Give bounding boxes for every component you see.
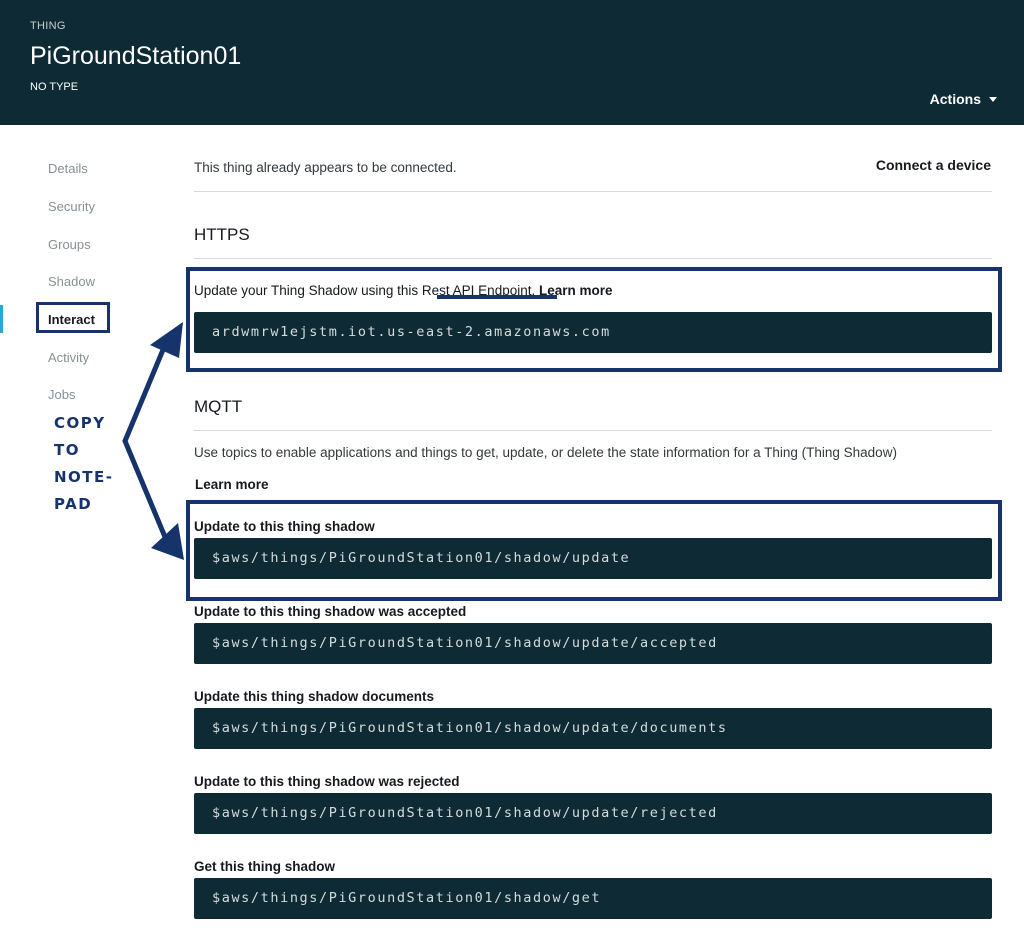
- https-desc-text: Update your Thing Shadow using this: [194, 283, 422, 298]
- active-nav-indicator: [0, 305, 3, 333]
- mqtt-title: MQTT: [194, 397, 243, 416]
- divider: [194, 191, 992, 192]
- topic-code[interactable]: $aws/things/PiGroundStation01/shadow/upd…: [194, 793, 992, 834]
- copy-to-notepad-annotation: COPY TO NOTE- PAD: [54, 410, 114, 518]
- arrow-up-head-icon: [150, 322, 183, 358]
- actions-label: Actions: [929, 91, 981, 107]
- connection-status-text: This thing already appears to be connect…: [194, 160, 457, 175]
- topic-label: Get this thing shadow: [194, 859, 335, 874]
- https-title: HTTPS: [194, 225, 250, 244]
- divider: [194, 258, 992, 259]
- sidebar-item-groups[interactable]: Groups: [48, 237, 91, 252]
- connect-device-button[interactable]: Connect a device: [876, 157, 991, 173]
- sidebar-item-details[interactable]: Details: [48, 161, 88, 176]
- sidebar-item-interact[interactable]: Interact: [48, 312, 95, 327]
- mqtt-description: Use topics to enable applications and th…: [194, 445, 897, 460]
- annotation-line: TO: [54, 441, 80, 459]
- sidebar-item-shadow[interactable]: Shadow: [48, 274, 95, 289]
- page-header: THING PiGroundStation01 NO TYPE Actions: [0, 0, 1024, 125]
- actions-menu-button[interactable]: Actions: [930, 91, 997, 107]
- header-kicker: THING: [30, 20, 66, 32]
- mqtt-learn-more-link[interactable]: Learn more: [195, 477, 269, 492]
- topic-label: Update to this thing shadow: [194, 519, 375, 534]
- thing-type: NO TYPE: [30, 81, 79, 93]
- endpoint-underline-annotation: [437, 295, 557, 299]
- page-title: PiGroundStation01: [30, 42, 242, 70]
- annotation-line: COPY: [54, 414, 106, 432]
- sidebar-item-security[interactable]: Security: [48, 199, 95, 214]
- divider: [194, 430, 992, 431]
- topic-label: Update to this thing shadow was rejected: [194, 774, 460, 789]
- annotation-line: PAD: [54, 495, 93, 513]
- topic-code[interactable]: $aws/things/PiGroundStation01/shadow/upd…: [194, 623, 992, 664]
- topic-code[interactable]: $aws/things/PiGroundStation01/shadow/get: [194, 878, 992, 919]
- topic-label: Update this thing shadow documents: [194, 689, 435, 704]
- topic-code[interactable]: $aws/things/PiGroundStation01/shadow/upd…: [194, 538, 992, 579]
- topic-code[interactable]: $aws/things/PiGroundStation01/shadow/upd…: [194, 708, 992, 749]
- sidebar-item-jobs[interactable]: Jobs: [48, 387, 75, 402]
- annotation-line: NOTE-: [54, 468, 114, 486]
- rest-endpoint-code[interactable]: ardwmrw1ejstm.iot.us-east-2.amazonaws.co…: [194, 312, 992, 353]
- sidebar-item-activity[interactable]: Activity: [48, 350, 89, 365]
- arrow-down-head-icon: [151, 523, 184, 560]
- caret-down-icon: [989, 97, 997, 102]
- topic-label: Update to this thing shadow was accepted: [194, 604, 467, 619]
- arrow-lines: [122, 344, 168, 538]
